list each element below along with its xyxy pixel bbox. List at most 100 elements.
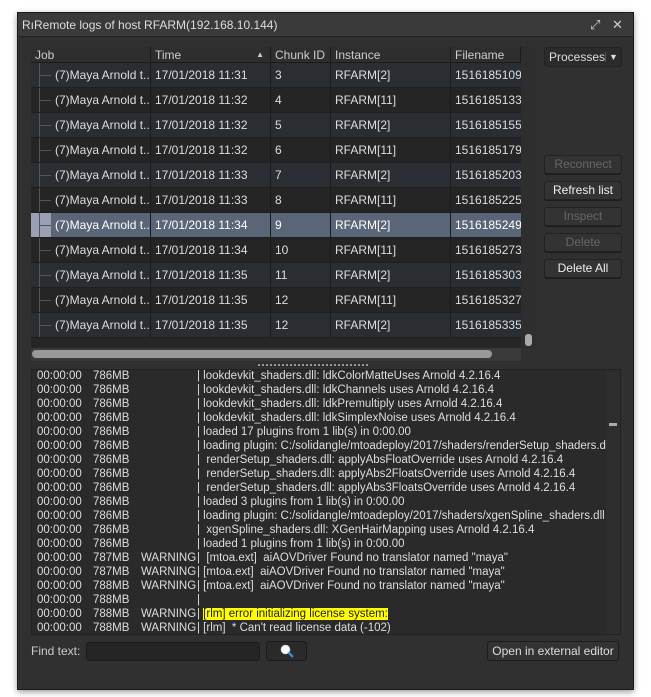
find-text-input[interactable] bbox=[86, 641, 261, 661]
table-cell: 6 bbox=[271, 138, 331, 162]
table-cell: RFARM[2] bbox=[331, 263, 451, 287]
column-header-chunk-id[interactable]: Chunk ID bbox=[271, 47, 331, 62]
log-line: 00:00:00 786MB | lookdevkit_shaders.dll: l… bbox=[37, 383, 604, 397]
table-cell: 5 bbox=[271, 113, 331, 137]
column-header-time[interactable]: Time ▲ bbox=[151, 47, 271, 62]
table-row[interactable]: (7)Maya Arnold t... 17/01/2018 11:33 8 RFAR… bbox=[31, 188, 536, 213]
log-view[interactable]: 00:00:00 786MB | lookdevkit_shaders.dll: l… bbox=[31, 369, 621, 635]
table-cell: 1516185273. bbox=[451, 238, 522, 262]
table-cell: 12 bbox=[271, 288, 331, 312]
refresh-list-button[interactable]: Refresh list bbox=[544, 181, 622, 200]
log-time: 00:00:00 bbox=[37, 398, 82, 410]
log-memory: 786MB bbox=[93, 510, 130, 522]
table-cell: (7)Maya Arnold t... bbox=[51, 63, 151, 87]
log-time: 00:00:00 bbox=[37, 496, 82, 508]
log-time: 00:00:00 bbox=[37, 370, 82, 382]
table-row[interactable]: (7)Maya Arnold t... 17/01/2018 11:35 11 RFA… bbox=[31, 263, 536, 288]
log-line: 00:00:00 786MB | lookdevkit_shaders.dll: l… bbox=[37, 411, 604, 425]
maximize-icon[interactable]: ⤢ bbox=[590, 17, 600, 33]
log-time: 00:00:00 bbox=[37, 454, 82, 466]
table-row[interactable]: (7)Maya Arnold t... 17/01/2018 11:34 10 RFA… bbox=[31, 238, 536, 263]
delete-all-button[interactable]: Delete All bbox=[544, 259, 622, 278]
remote-logs-window: RıRemote logs of host RFARM(192.168.10.1… bbox=[17, 12, 634, 690]
table-cell: 17/01/2018 11:34 bbox=[151, 213, 271, 237]
horizontal-scrollbar[interactable] bbox=[31, 348, 521, 361]
log-line: 00:00:00 787MB WARNING| [mtoa.ext] aiAOVDr… bbox=[37, 551, 604, 565]
column-header-instance[interactable]: Instance bbox=[331, 47, 451, 62]
vertical-scrollbar[interactable] bbox=[521, 47, 536, 348]
log-line: 00:00:00 786MB | renderSetup_shaders.dll: … bbox=[37, 453, 604, 467]
tree-branch bbox=[31, 288, 51, 312]
splitter-handle[interactable] bbox=[258, 364, 368, 367]
delete-button[interactable]: Delete bbox=[544, 233, 622, 252]
table-cell: RFARM[2] bbox=[331, 163, 451, 187]
table-row[interactable]: (7)Maya Arnold t... 17/01/2018 11:31 3 RFAR… bbox=[31, 63, 536, 88]
tree-branch bbox=[31, 163, 51, 187]
inspect-button[interactable]: Inspect bbox=[544, 207, 622, 226]
log-memory: 786MB bbox=[93, 398, 130, 410]
log-line: 00:00:00 786MB | loading plugin: C:/solida… bbox=[37, 509, 617, 523]
log-time: 00:00:00 bbox=[37, 426, 82, 438]
log-time: 00:00:00 bbox=[37, 510, 82, 522]
horizontal-scroll-thumb[interactable] bbox=[32, 350, 492, 358]
table-row[interactable]: (7)Maya Arnold t... 17/01/2018 11:32 5 RFAR… bbox=[31, 113, 536, 138]
search-button[interactable] bbox=[266, 641, 308, 661]
reconnect-button[interactable]: Reconnect bbox=[544, 155, 622, 174]
table-cell: 7 bbox=[271, 163, 331, 187]
table-row[interactable]: (7)Maya Arnold t... 17/01/2018 11:32 6 RFAR… bbox=[31, 138, 536, 163]
column-header-filename[interactable]: Filename bbox=[451, 47, 521, 62]
log-message: | lookdevkit_shaders.dll: ldkChannels us… bbox=[197, 384, 495, 396]
log-time: 00:00:00 bbox=[37, 552, 82, 564]
table-row[interactable]: (7)Maya Arnold t... 17/01/2018 11:35 12 RFA… bbox=[31, 288, 536, 313]
log-level: WARNING bbox=[141, 580, 197, 592]
log-line: 00:00:00 786MB | renderSetup_shaders.dll: … bbox=[37, 467, 604, 481]
column-header-job[interactable]: Job bbox=[31, 47, 151, 62]
table-cell: (7)Maya Arnold t... bbox=[51, 88, 151, 112]
table-cell: (7)Maya Arnold t... bbox=[51, 113, 151, 137]
table-cell: 17/01/2018 11:32 bbox=[151, 88, 271, 112]
log-memory: 786MB bbox=[93, 524, 130, 536]
table-cell: 1516185109. bbox=[451, 63, 522, 87]
table-cell: 17/01/2018 11:33 bbox=[151, 188, 271, 212]
log-message: | lookdevkit_shaders.dll: ldkSimplexNois… bbox=[197, 412, 516, 424]
log-memory: 786MB bbox=[93, 538, 130, 550]
log-line: 00:00:00 786MB | lookdevkit_shaders.dll: l… bbox=[37, 370, 604, 383]
table-row[interactable]: (7)Maya Arnold t... 17/01/2018 11:33 7 RFAR… bbox=[31, 163, 536, 188]
close-icon[interactable]: ✕ bbox=[612, 17, 623, 33]
table-cell: 17/01/2018 11:35 bbox=[151, 313, 271, 337]
find-text-label: Find text: bbox=[31, 644, 81, 658]
table-row[interactable]: (7)Maya Arnold t... 17/01/2018 11:35 12 RFA… bbox=[31, 313, 536, 338]
table-cell: 17/01/2018 11:33 bbox=[151, 163, 271, 187]
log-memory: 786MB bbox=[93, 496, 130, 508]
log-line: 00:00:00 786MB | lookdevkit_shaders.dll: l… bbox=[37, 397, 604, 411]
table-cell: RFARM[2] bbox=[331, 63, 451, 87]
log-time: 00:00:00 bbox=[37, 580, 82, 592]
open-external-editor-button[interactable]: Open in external editor bbox=[487, 641, 619, 661]
table-row[interactable]: (7)Maya Arnold t... 17/01/2018 11:34 9 RFAR… bbox=[31, 213, 536, 238]
table-cell: 17/01/2018 11:35 bbox=[151, 263, 271, 287]
log-memory: 786MB bbox=[93, 440, 130, 452]
log-line: 00:00:00 786MB | loading plugin: C:/solida… bbox=[37, 439, 620, 453]
log-message: | renderSetup_shaders.dll: applyAbsFloat… bbox=[197, 454, 564, 466]
log-message: | loaded 3 plugins from 1 lib(s) in 0:00… bbox=[197, 496, 405, 508]
log-message: | renderSetup_shaders.dll: applyAbs2Floa… bbox=[197, 468, 576, 480]
tree-branch bbox=[31, 188, 51, 212]
table-cell: 10 bbox=[271, 238, 331, 262]
table-cell: 1516185335. bbox=[451, 313, 522, 337]
table-cell: RFARM[11] bbox=[331, 238, 451, 262]
window-title: RıRemote logs of host RFARM(192.168.10.1… bbox=[22, 17, 278, 32]
log-highlight: [rlm] error initializing license system: bbox=[203, 608, 388, 620]
table-header: Job Time ▲ Chunk ID Instance Filename bbox=[31, 47, 536, 63]
log-lines: 00:00:00 786MB | lookdevkit_shaders.dll: l… bbox=[37, 370, 620, 634]
table-cell: 1516185249. bbox=[451, 213, 522, 237]
table-cell: 17/01/2018 11:35 bbox=[151, 288, 271, 312]
log-time: 00:00:00 bbox=[37, 608, 82, 620]
vertical-scroll-thumb[interactable] bbox=[525, 334, 532, 346]
table-row[interactable]: (7)Maya Arnold t... 17/01/2018 11:32 4 RFAR… bbox=[31, 88, 536, 113]
processes-dropdown[interactable]: Processes ▼ bbox=[544, 47, 622, 67]
log-scrollbar[interactable] bbox=[606, 370, 620, 634]
table-cell: 17/01/2018 11:32 bbox=[151, 138, 271, 162]
table-cell: (7)Maya Arnold t... bbox=[51, 288, 151, 312]
log-scroll-thumb[interactable] bbox=[609, 423, 617, 426]
log-level: WARNING bbox=[141, 622, 197, 634]
